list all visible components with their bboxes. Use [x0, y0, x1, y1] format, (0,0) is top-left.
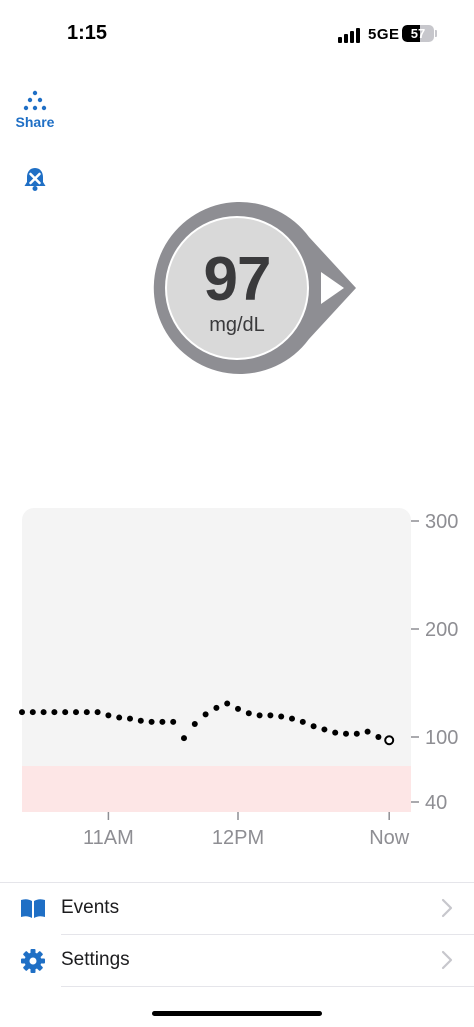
data-point [256, 712, 263, 719]
data-point [116, 714, 123, 721]
data-point [73, 709, 79, 716]
data-point [310, 723, 317, 730]
data-point [51, 709, 58, 716]
glucose-trend-chart: 300 200 100 40 11AM 12PM Now [19, 508, 458, 849]
data-point [83, 709, 90, 716]
data-point [105, 712, 112, 719]
menu-item-settings[interactable]: Settings [21, 934, 474, 987]
x-tick-label: Now [369, 827, 410, 849]
gear-icon [21, 949, 45, 973]
data-point [213, 704, 220, 711]
y-tick-label: 300 [425, 511, 458, 533]
data-point [170, 718, 177, 725]
data-point [332, 729, 339, 736]
data-point [137, 717, 144, 724]
data-point [181, 735, 187, 742]
data-point [343, 730, 349, 737]
share-label: Share [15, 114, 55, 130]
chevron-right-icon [441, 898, 453, 918]
data-point [321, 726, 328, 733]
y-tick-label: 100 [425, 727, 458, 749]
data-point [224, 700, 231, 707]
x-tick-label: 12PM [212, 827, 264, 849]
bell-muted-icon[interactable] [22, 166, 48, 192]
home-indicator[interactable] [152, 1011, 322, 1016]
data-point [299, 718, 306, 725]
menu-item-label: Events [61, 897, 120, 918]
glucose-unit: mg/dL [209, 314, 265, 336]
data-point [235, 705, 241, 712]
data-point [40, 709, 47, 716]
data-point [148, 718, 155, 725]
battery-nub [435, 30, 437, 37]
data-point [94, 709, 101, 716]
data-point [267, 712, 274, 719]
bottom-menu: Events Settings [0, 882, 474, 987]
data-point [191, 721, 198, 728]
menu-item-label: Settings [61, 949, 130, 970]
network-type: 5GE [368, 26, 400, 43]
status-bar: 1:15 5GE 57 [0, 0, 474, 70]
x-tick-label: 11AM [83, 827, 134, 849]
data-point [245, 710, 252, 717]
book-icon [21, 899, 45, 918]
data-point [364, 728, 371, 735]
data-point [289, 715, 295, 722]
battery-percent: 57 [410, 26, 426, 41]
y-tick-label: 40 [425, 792, 447, 814]
y-tick-label: 200 [425, 619, 458, 641]
data-point [127, 715, 133, 722]
low-range-band [22, 766, 411, 812]
glucose-value: 97 [203, 245, 272, 314]
data-point [278, 713, 285, 720]
data-point [375, 734, 382, 740]
data-point [19, 709, 25, 716]
current-reading-point [384, 735, 395, 746]
chevron-right-icon [441, 950, 453, 970]
menu-item-events[interactable]: Events [0, 882, 474, 934]
share-dots-icon [23, 90, 47, 111]
status-time: 1:15 [67, 22, 108, 44]
share-button[interactable]: Share [12, 90, 58, 130]
data-point [29, 709, 36, 716]
data-point [353, 730, 360, 737]
battery-icon: 57 [402, 25, 434, 42]
data-point [159, 718, 166, 725]
cellular-signal-icon [338, 27, 362, 43]
data-point [202, 711, 209, 718]
data-point [62, 709, 69, 716]
